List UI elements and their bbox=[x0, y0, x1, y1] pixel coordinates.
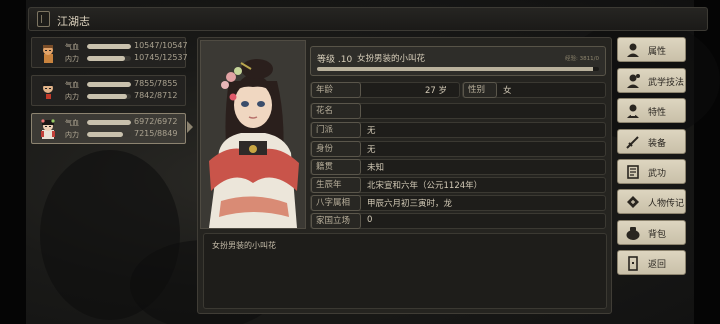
level-title-box: 等级 .10 女扮男装的小叫花 经验: 3811/0 bbox=[310, 46, 606, 76]
hp-label: 气血 bbox=[65, 119, 79, 127]
hp-label: 气血 bbox=[65, 43, 79, 51]
field-row-hometown: 籍贯 未知 bbox=[310, 159, 606, 175]
game-screen: 江湖志 气血 内力 10547/10547 10745/12537 气血 内力 … bbox=[0, 0, 720, 324]
menu-label: 属性 bbox=[648, 47, 667, 57]
field-label: 八字属相 bbox=[311, 195, 361, 211]
menu-martial-skills-button[interactable]: 武学技法 bbox=[617, 68, 686, 93]
mp-bar bbox=[87, 56, 131, 61]
age-label: 年龄 bbox=[311, 82, 361, 98]
field-label: 门派 bbox=[311, 122, 361, 138]
menu-return-button[interactable]: 返回 bbox=[617, 250, 686, 275]
menu-attributes-button[interactable]: 属性 bbox=[617, 37, 686, 62]
hp-bar bbox=[87, 82, 131, 87]
sword-icon bbox=[626, 136, 639, 149]
field-label: 身份 bbox=[311, 141, 361, 157]
mp-label: 内力 bbox=[65, 131, 79, 139]
field-value: 未知 bbox=[367, 163, 385, 173]
menu-biography-button[interactable]: 人物传记 bbox=[617, 189, 686, 214]
mp-value: 7215/8849 bbox=[134, 129, 178, 138]
traits-icon bbox=[627, 104, 639, 118]
character-avatar-icon bbox=[43, 82, 54, 101]
hp-value: 10547/10547 bbox=[134, 41, 188, 50]
field-row-nickname: 花名 bbox=[310, 103, 606, 119]
menu-equipment-button[interactable]: 装备 bbox=[617, 129, 686, 154]
hp-label: 气血 bbox=[65, 81, 79, 89]
title-bar: 江湖志 bbox=[28, 7, 708, 31]
field-value: 无 bbox=[367, 126, 376, 136]
field-value: 北宋宣和六年（公元1124年） bbox=[367, 181, 483, 191]
martial-skills-icon bbox=[627, 74, 640, 88]
character-portrait bbox=[200, 40, 306, 229]
menu-traits-button[interactable]: 特性 bbox=[617, 98, 686, 123]
mp-value: 7842/8712 bbox=[134, 91, 178, 100]
window-title: 江湖志 bbox=[57, 15, 90, 28]
field-value: 0 bbox=[367, 215, 373, 225]
character-avatar-icon bbox=[41, 119, 55, 139]
menu-label: 背包 bbox=[648, 230, 667, 240]
gender-field: 性别 女 bbox=[462, 82, 606, 98]
character-card-1[interactable]: 气血 内力 10547/10547 10745/12537 bbox=[31, 37, 188, 68]
bag-icon bbox=[626, 227, 640, 240]
field-label: 花名 bbox=[311, 103, 361, 119]
field-value: 甲辰六月初三寅时，龙 bbox=[367, 199, 453, 209]
field-row-identity: 身份 无 bbox=[310, 141, 606, 157]
gender-label: 性别 bbox=[463, 82, 497, 98]
field-label: 籍贯 bbox=[311, 159, 361, 175]
character-title: 女扮男装的小叫花 bbox=[357, 54, 426, 64]
hp-bar bbox=[87, 120, 131, 125]
selection-arrow-icon bbox=[187, 121, 193, 133]
field-value: 无 bbox=[367, 145, 376, 155]
age-gender-row: 年龄 27 岁 性别 女 bbox=[310, 82, 606, 99]
menu-bag-button[interactable]: 背包 bbox=[617, 220, 686, 245]
hp-value: 6972/6972 bbox=[134, 117, 178, 126]
menu-kungfu-button[interactable]: 武功 bbox=[617, 159, 686, 184]
character-card-3-selected[interactable]: 气血 内力 6972/6972 7215/8849 bbox=[31, 113, 186, 144]
character-card-2[interactable]: 气血 内力 7855/7855 7842/8712 bbox=[31, 75, 186, 106]
character-avatar-icon bbox=[43, 45, 53, 63]
field-label: 家国立场 bbox=[311, 213, 361, 229]
field-row-sect: 门派 无 bbox=[310, 122, 606, 138]
left-letterbox bbox=[0, 0, 26, 324]
menu-label: 特性 bbox=[648, 108, 667, 118]
exp-bar bbox=[317, 67, 599, 71]
mp-label: 内力 bbox=[65, 93, 79, 101]
age-value: 27 岁 bbox=[425, 86, 448, 96]
menu-label: 武学技法 bbox=[648, 78, 685, 88]
hp-bar bbox=[87, 44, 131, 49]
mp-bar bbox=[87, 132, 131, 137]
kungfu-icon bbox=[627, 165, 639, 179]
mp-value: 10745/12537 bbox=[134, 53, 188, 62]
description-text: 女扮男装的小叫花 bbox=[212, 241, 276, 250]
mp-label: 内力 bbox=[65, 55, 79, 63]
exp-value: 经验: 3811/0 bbox=[565, 56, 599, 62]
menu-label: 装备 bbox=[648, 139, 667, 149]
menu-label: 返回 bbox=[648, 260, 667, 270]
gender-value: 女 bbox=[503, 86, 512, 96]
field-row-allegiance: 家国立场 0 bbox=[310, 213, 606, 229]
menu-label: 人物传记 bbox=[648, 199, 685, 209]
hp-value: 7855/7855 bbox=[134, 79, 178, 88]
description-box: 女扮男装的小叫花 bbox=[203, 233, 607, 309]
attributes-icon bbox=[627, 43, 639, 57]
menu-label: 武功 bbox=[648, 169, 667, 179]
field-label: 生辰年 bbox=[311, 177, 361, 193]
book-icon bbox=[37, 11, 50, 27]
return-icon bbox=[628, 256, 638, 271]
mp-bar bbox=[87, 94, 131, 99]
age-field: 年龄 27 岁 bbox=[310, 82, 460, 98]
field-row-birth-year: 生辰年 北宋宣和六年（公元1124年） bbox=[310, 177, 606, 193]
portrait-illustration bbox=[201, 41, 305, 228]
field-row-zodiac: 八字属相 甲辰六月初三寅时，龙 bbox=[310, 195, 606, 211]
biography-icon bbox=[627, 196, 639, 208]
level-label: 等级 .10 bbox=[317, 55, 353, 65]
